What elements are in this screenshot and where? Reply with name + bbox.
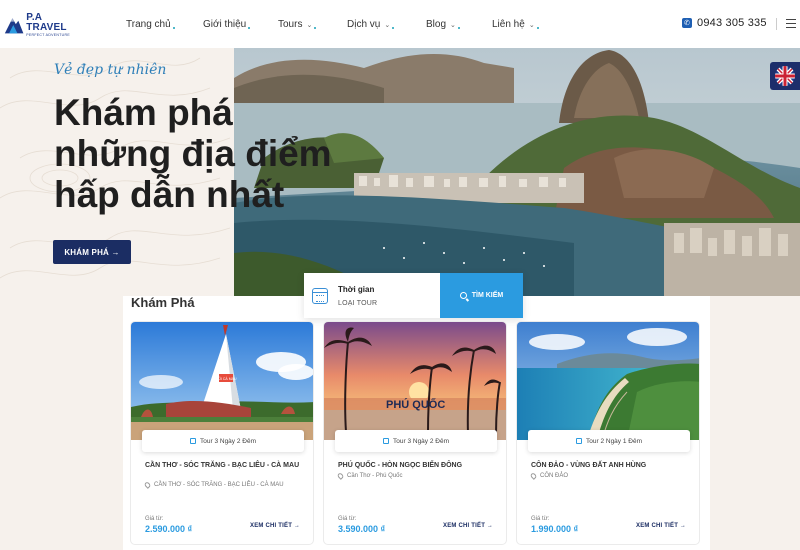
tour-type-select[interactable]: LOẠI TOUR [338,300,377,307]
tour-card[interactable]: PHÚ QUỐC Tour 3 Ngày 2 Đêm PHÚ QUỐC - HÒ… [323,321,507,545]
nav-item-tours[interactable]: Tours ⌄ [278,19,317,30]
tour-price: 2.590.000 ₫ [145,524,193,534]
tour-card[interactable]: Tour 2 Ngày 1 Đêm CÔN ĐẢO - VÙNG ĐẤT ANH… [516,321,700,545]
tour-card[interactable]: MŨI CÀ MAU Tour 3 Ngày 2 Đêm CẦN THƠ - S… [130,321,314,545]
nav-item-label: Dịch vụ [347,19,381,30]
tour-image [517,322,699,440]
chevron-down-icon: ⌄ [528,21,535,29]
pin-icon [529,472,538,480]
svg-text:PHÚ QUỐC: PHÚ QUỐC [386,397,445,411]
view-detail-link[interactable]: XEM CHI TIẾT → [250,523,300,529]
location-text: CẦN THƠ - SÓC TRĂNG - BẠC LIÊU - CÀ MAU [154,482,284,488]
tour-image: PHÚ QUỐC [324,322,506,440]
duration-text: Tour 3 Ngày 2 Đêm [393,437,449,445]
chevron-down-icon: ⌄ [450,21,456,29]
search-icon [459,292,467,299]
phone-number: 0943 305 335 [697,17,767,29]
location-text: Cần Thơ - Phú Quốc [347,473,403,479]
pin-icon [143,481,152,489]
price-label: Giá từ: [338,516,357,522]
pin-icon [336,472,345,480]
tour-title[interactable]: PHÚ QUỐC - HÒN NGỌC BIỂN ĐÔNG [338,461,498,471]
nav-item-blog[interactable]: Blog ⌄ [426,19,460,30]
header-divider [776,18,777,30]
duration-text: Tour 3 Ngày 2 Đêm [200,437,256,445]
svg-text:MŨI CÀ MAU: MŨI CÀ MAU [216,376,237,381]
nav-item-label: Tours [278,19,303,30]
section-title: Khám Phá [131,295,195,310]
nav-item-services[interactable]: Dịch vụ ⌄ [347,19,395,30]
tour-title[interactable]: CÔN ĐẢO - VÙNG ĐẤT ANH HÙNG [531,461,691,471]
nav-item-about[interactable]: Giới thiệu [203,19,251,30]
logo-mountain-icon [4,18,24,34]
price-label: Giá từ: [531,516,550,522]
nav-item-label: Giới thiệu [203,19,247,30]
calendar-icon [190,438,196,444]
calendar-icon [312,287,328,304]
duration-badge: Tour 3 Ngày 2 Đêm [335,430,497,452]
duration-badge: Tour 2 Ngày 1 Đêm [528,430,690,452]
date-picker[interactable]: Thời gian LOẠI TOUR [304,273,440,318]
nav-item-label: Trang chủ [126,19,171,30]
logo-tagline: PERFECT ADVENTURE [26,32,70,37]
search-bar: Thời gian LOẠI TOUR TÌM KIẾM [304,273,523,318]
nav-item-label: Blog [426,19,447,30]
hero-title: Khám phá những địa điểm hấp dẫn nhất [54,92,394,215]
tour-location: Cần Thơ - Phú Quốc [336,472,498,480]
nav-item-contact[interactable]: Liên hệ ⌄ [492,19,539,30]
tour-location: CÔN ĐẢO [529,472,691,480]
tour-price: 1.990.000 ₫ [531,524,579,534]
language-switch[interactable] [770,62,800,90]
chevron-down-icon: ⌄ [306,21,313,29]
hero-title-line: hấp dẫn nhất [54,174,285,215]
tour-title[interactable]: CẦN THƠ - SÓC TRĂNG - BẠC LIÊU - CÀ MAU [145,461,305,471]
time-label: Thời gian [338,284,375,294]
location-text: CÔN ĐẢO [540,473,569,479]
uk-flag-icon [775,66,795,86]
calendar-icon [383,438,389,444]
search-button-label: TÌM KIẾM [471,292,504,299]
tour-image: MŨI CÀ MAU [131,322,313,440]
logo-name: P.A TRAVEL [26,11,67,33]
menu-icon[interactable] [786,19,796,28]
hero-title-line: những địa điểm [54,133,332,174]
site-header: P.A TRAVEL PERFECT ADVENTURE Trang chủ G… [0,0,800,48]
duration-badge: Tour 3 Ngày 2 Đêm [142,430,304,452]
view-detail-link[interactable]: XEM CHI TIẾT → [443,523,493,529]
price-label: Giá từ: [145,516,164,522]
duration-text: Tour 2 Ngày 1 Đêm [586,437,642,445]
explore-button[interactable]: KHÁM PHÁ → [53,240,131,264]
hero-tagline: Vẻ đẹp tự nhiên [54,62,167,78]
view-detail-link[interactable]: XEM CHI TIẾT → [636,523,686,529]
logo[interactable]: P.A TRAVEL PERFECT ADVENTURE [4,12,76,38]
calendar-icon [576,438,582,444]
hero-title-line: Khám phá [54,92,233,133]
chevron-down-icon: ⌄ [384,21,391,29]
tour-location: CẦN THƠ - SÓC TRĂNG - BẠC LIÊU - CÀ MAU [143,481,305,489]
phone-icon: ✆ [682,18,692,28]
nav-item-label: Liên hệ [492,19,525,30]
tour-price: 3.590.000 ₫ [338,524,386,534]
nav-item-home[interactable]: Trang chủ [126,19,175,30]
search-button[interactable]: TÌM KIẾM [440,273,523,318]
phone-link[interactable]: ✆ 0943 305 335 [682,17,767,29]
